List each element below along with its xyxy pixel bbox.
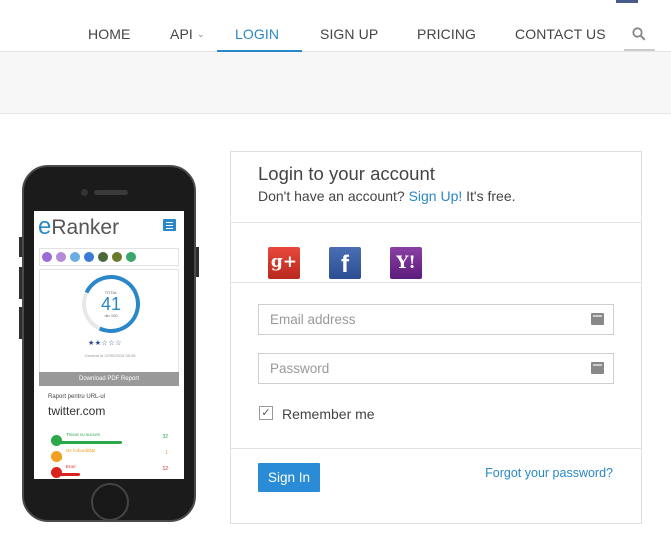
phone-home-button <box>91 483 129 521</box>
remember-me-checkbox[interactable]: ✓ <box>259 406 273 420</box>
category-icon <box>126 252 136 262</box>
password-addon <box>582 354 613 383</box>
divider <box>231 222 641 223</box>
brand-logo-fragment <box>616 0 638 3</box>
report-label: Raport pentru URL-ul <box>48 394 106 400</box>
category-icon <box>70 252 80 262</box>
google-plus-login-button[interactable]: g+ <box>268 247 300 279</box>
password-field[interactable] <box>259 354 583 383</box>
generated-date: Generat la 22/05/2016 08:08 <box>84 353 136 358</box>
phone-speaker <box>94 190 128 195</box>
phone-camera <box>81 189 88 196</box>
score-card: TOTAL 41 din 100 ★★☆☆☆ Generat la 22/05/… <box>39 266 179 379</box>
category-icon <box>98 252 108 262</box>
category-icon <box>42 252 52 262</box>
download-pdf-button: Download PDF Report <box>39 372 179 386</box>
divider <box>231 448 641 449</box>
email-addon <box>582 305 613 334</box>
top-navbar: HOME API ⌄ LOGIN SIGN UP PRICING CONTACT… <box>0 0 671 52</box>
login-panel: Login to your account Don't have an acco… <box>230 151 642 524</box>
category-icon <box>84 252 94 262</box>
phone-screen: eRanker TOTAL 41 din 100 ★★☆☆☆ Generat l… <box>34 211 184 479</box>
email-field-group <box>258 304 614 335</box>
yahoo-icon: Y! <box>396 253 416 273</box>
login-title: Login to your account <box>258 163 435 184</box>
star-rating: ★★☆☆☆ <box>88 340 122 347</box>
forgot-password-link[interactable]: Forgot your password? <box>485 466 613 480</box>
eranker-logo: eRanker <box>38 213 120 240</box>
nav-pricing[interactable]: PRICING <box>417 26 476 42</box>
remember-me-label[interactable]: Remember me <box>282 406 375 422</box>
lock-icon <box>591 362 604 374</box>
category-icon <box>112 252 122 262</box>
report-icon-strip <box>39 248 179 266</box>
search-button[interactable] <box>624 19 655 51</box>
email-field[interactable] <box>259 305 583 334</box>
score-value: 41 <box>100 294 122 314</box>
search-icon <box>632 27 646 41</box>
sign-in-button[interactable]: Sign In <box>258 463 320 492</box>
nav-login[interactable]: LOGIN <box>235 26 279 42</box>
page-header-band <box>0 52 671 114</box>
nav-api[interactable]: API <box>170 26 193 42</box>
phone-mockup-image: eRanker TOTAL 41 din 100 ★★☆☆☆ Generat l… <box>19 165 199 522</box>
category-icon <box>56 252 66 262</box>
nav-sign-up[interactable]: SIGN UP <box>320 26 378 42</box>
report-url: twitter.com <box>48 404 106 418</box>
divider <box>231 282 641 283</box>
password-field-group <box>258 353 614 384</box>
signup-prompt: Don't have an account? Sign Up! It's fre… <box>258 188 516 204</box>
hamburger-menu-icon <box>163 219 176 231</box>
chevron-down-icon[interactable]: ⌄ <box>197 29 205 40</box>
facebook-login-button[interactable]: f <box>329 247 361 279</box>
nav-contact-us[interactable]: CONTACT US <box>515 26 606 42</box>
nav-home[interactable]: HOME <box>88 26 130 42</box>
facebook-icon: f <box>341 251 349 278</box>
google-plus-icon: g+ <box>270 252 298 272</box>
signup-link[interactable]: Sign Up! <box>409 188 463 204</box>
score-max: din 100 <box>104 313 118 318</box>
yahoo-login-button[interactable]: Y! <box>390 247 422 279</box>
envelope-icon <box>591 313 604 325</box>
